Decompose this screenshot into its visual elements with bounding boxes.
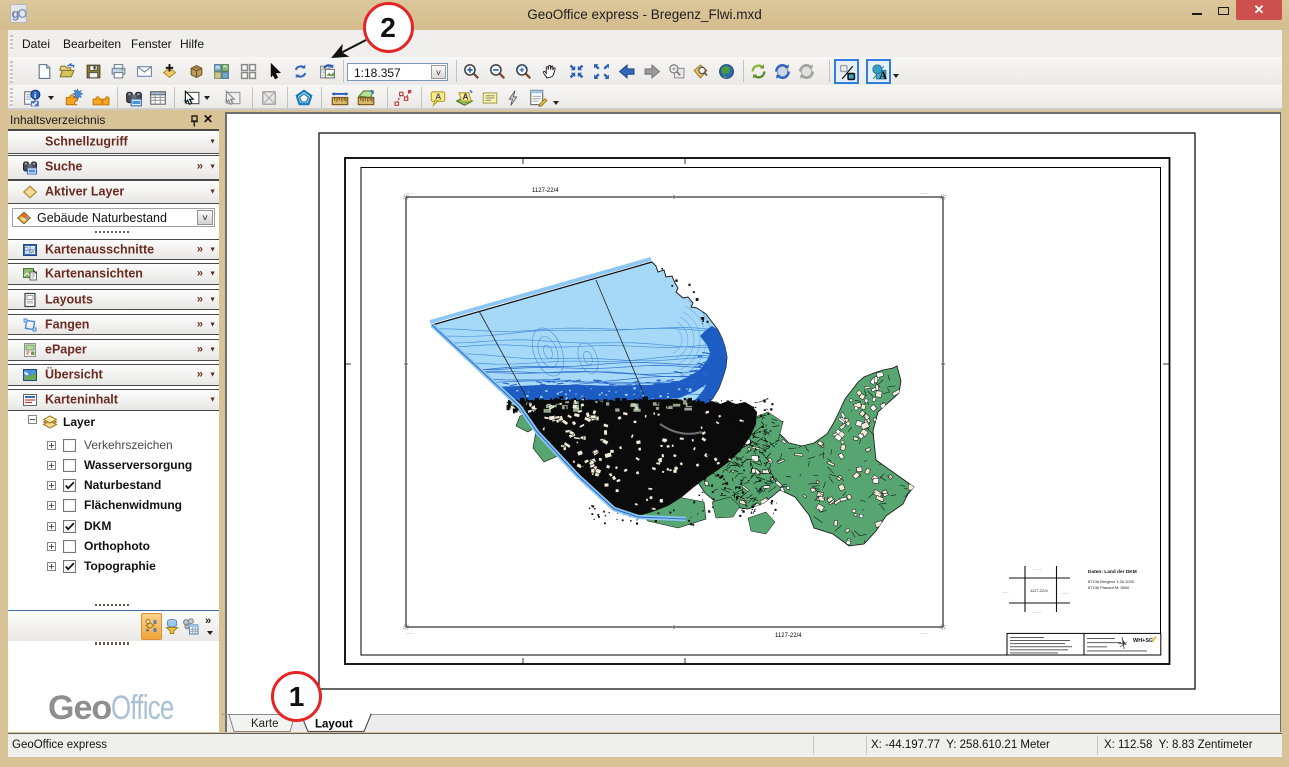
svg-text:A: A	[435, 92, 441, 102]
svg-text:Karte: Karte	[251, 718, 279, 730]
svg-text:1127-22/4: 1127-22/4	[532, 188, 559, 194]
svg-text:1127-22/4: 1127-22/4	[1030, 588, 1048, 593]
svg-text:Layout: Layout	[315, 719, 353, 731]
svg-text:.......: .......	[406, 630, 414, 635]
svg-text:87136 Planauf M: 5000: 87136 Planauf M: 5000	[1088, 585, 1130, 590]
svg-text:.......: .......	[920, 190, 928, 195]
svg-text:1127-22/4: 1127-22/4	[775, 633, 802, 639]
svg-text:Daten: Land der DKM: Daten: Land der DKM	[1088, 569, 1137, 575]
svg-text:.......: .......	[406, 190, 414, 195]
svg-text:A: A	[462, 92, 468, 102]
svg-text:A: A	[879, 70, 887, 81]
svg-text:.....: .....	[1003, 589, 1009, 594]
svg-text:87136 Bregenz 1:20.1000: 87136 Bregenz 1:20.1000	[1088, 579, 1135, 584]
svg-text:.......: .......	[920, 630, 928, 635]
svg-text:......: ......	[1062, 590, 1069, 595]
svg-text:.......: .......	[1033, 566, 1041, 571]
svg-text:WH+SG: WH+SG	[1133, 638, 1153, 644]
svg-text:.......: .......	[1033, 609, 1041, 614]
